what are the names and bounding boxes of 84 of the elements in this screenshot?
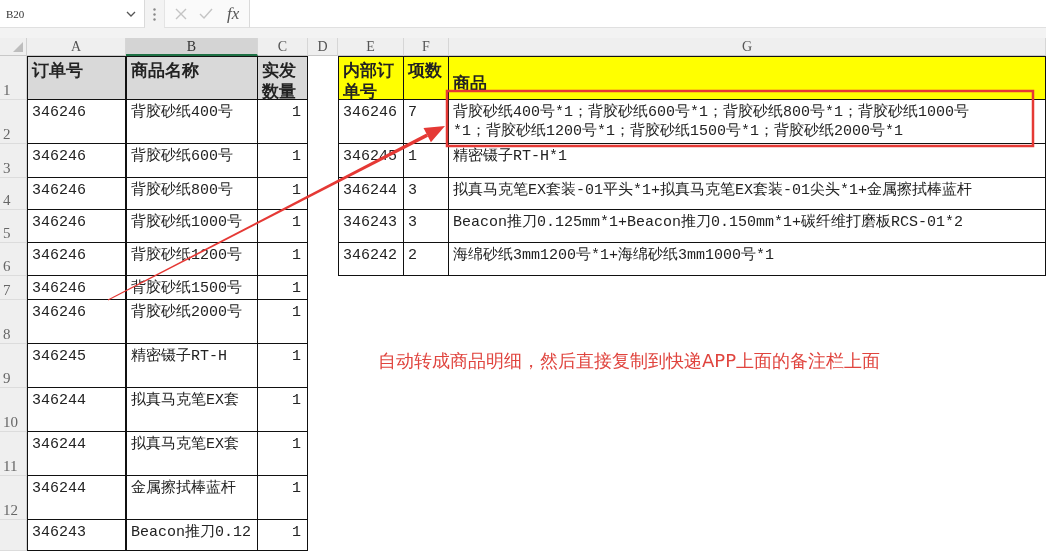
column-header[interactable]: D [308, 38, 338, 56]
table-cell: 346244 [27, 476, 126, 520]
row-header[interactable] [0, 520, 27, 551]
table-cell: 346243 [338, 210, 404, 243]
table-cell: 346246 [27, 276, 126, 300]
table-cell: Beacon推刀0.12 [126, 520, 258, 551]
table-cell: 1 [404, 144, 449, 178]
table-cell: 346244 [27, 388, 126, 432]
row-header[interactable]: 5 [0, 210, 27, 243]
table-cell: 拟真马克笔EX套装-01平头*1+拟真马克笔EX套装-01尖头*1+金属擦拭棒蓝杆 [449, 178, 1046, 210]
header-cell: 实发数量 [258, 56, 308, 100]
caret-icon[interactable] [126, 10, 136, 17]
row-header[interactable]: 10 [0, 388, 27, 432]
table-cell: 背胶砂纸400号*1；背胶砂纸600号*1；背胶砂纸800号*1；背胶砂纸1000号*1；背胶砂纸1200号*1；背胶砂纸1500号*1；背胶砂纸2000号*1 [449, 100, 1046, 144]
table-cell: 1 [258, 300, 308, 344]
table-cell: 1 [258, 344, 308, 388]
row-header[interactable]: 4 [0, 178, 27, 210]
table-cell: 背胶砂纸1500号 [126, 276, 258, 300]
table-cell: 346246 [27, 210, 126, 243]
row-header[interactable]: 3 [0, 144, 27, 178]
table-cell: 346246 [27, 300, 126, 344]
table-cell: 2 [404, 243, 449, 276]
table-cell: 1 [258, 210, 308, 243]
row-header[interactable]: 7 [0, 276, 27, 300]
select-all-button[interactable] [0, 38, 27, 56]
table-cell: 1 [258, 520, 308, 551]
table-cell: 346245 [27, 344, 126, 388]
header-cell: 内部订单号 [338, 56, 404, 100]
table-cell: 1 [258, 276, 308, 300]
table-cell: 海绵砂纸3mm1200号*1+海绵砂纸3mm1000号*1 [449, 243, 1046, 276]
row-header[interactable]: 8 [0, 300, 27, 344]
insert-function-button[interactable]: fx [225, 3, 242, 24]
header-cell: 商品名称 [126, 56, 258, 100]
select-all-icon[interactable] [13, 42, 23, 52]
column-header[interactable]: C [258, 38, 308, 56]
table-cell: 346246 [27, 100, 126, 144]
table-cell: 1 [258, 476, 308, 520]
table-cell: 1 [258, 243, 308, 276]
table-cell: 346246 [27, 144, 126, 178]
table-cell: 背胶砂纸600号 [126, 144, 258, 178]
column-header[interactable]: G [449, 38, 1046, 56]
table-cell: 346246 [338, 100, 404, 144]
table-cell: 背胶砂纸400号 [126, 100, 258, 144]
formula-input[interactable] [249, 0, 1046, 28]
row-header[interactable]: 12 [0, 476, 27, 520]
drag-handle-icon[interactable] [153, 7, 156, 21]
table-cell: 1 [258, 388, 308, 432]
row-header[interactable]: 2 [0, 100, 27, 144]
table-cell: 3 [404, 178, 449, 210]
table-cell: 1 [258, 100, 308, 144]
table-cell: 346244 [27, 432, 126, 476]
cancel-icon[interactable] [175, 7, 187, 20]
table-cell: 背胶砂纸1000号 [126, 210, 258, 243]
row-header[interactable]: 1 [0, 56, 27, 100]
table-cell: 1 [258, 178, 308, 210]
table-cell: 346243 [27, 520, 126, 551]
row-header[interactable]: 9 [0, 344, 27, 388]
header-cell: 项数 [404, 56, 449, 100]
annotation-text: 自动转成商品明细，然后直接复制到快递APP上面的备注栏上面 [378, 349, 881, 373]
table-cell: 346246 [27, 243, 126, 276]
cell-reference-field[interactable]: B20 [0, 0, 145, 28]
column-header[interactable]: F [404, 38, 449, 56]
table-cell: 346246 [27, 178, 126, 210]
header-cell: 订单号 [27, 56, 126, 100]
table-cell: Beacon推刀0.125mm*1+Beacon推刀0.150mm*1+碳纤维打磨板RCS-01*2 [449, 210, 1046, 243]
table-cell: 346242 [338, 243, 404, 276]
table-cell: 背胶砂纸1200号 [126, 243, 258, 276]
check-icon[interactable] [199, 8, 213, 19]
column-header[interactable]: B [126, 38, 258, 56]
table-cell: 1 [258, 432, 308, 476]
table-cell: 背胶砂纸2000号 [126, 300, 258, 344]
column-header[interactable]: A [27, 38, 126, 56]
table-cell: 346244 [338, 178, 404, 210]
table-cell: 拟真马克笔EX套 [126, 432, 258, 476]
table-cell: 3 [404, 210, 449, 243]
table-cell: 精密镊子RT-H*1 [449, 144, 1046, 178]
table-cell: 金属擦拭棒蓝杆 [126, 476, 258, 520]
table-cell: 拟真马克笔EX套 [126, 388, 258, 432]
column-header[interactable]: E [338, 38, 404, 56]
row-header[interactable]: 6 [0, 243, 27, 276]
table-cell: 1 [258, 144, 308, 178]
row-header[interactable]: 11 [0, 432, 27, 476]
table-cell: 背胶砂纸800号 [126, 178, 258, 210]
table-cell: 精密镊子RT-H [126, 344, 258, 388]
